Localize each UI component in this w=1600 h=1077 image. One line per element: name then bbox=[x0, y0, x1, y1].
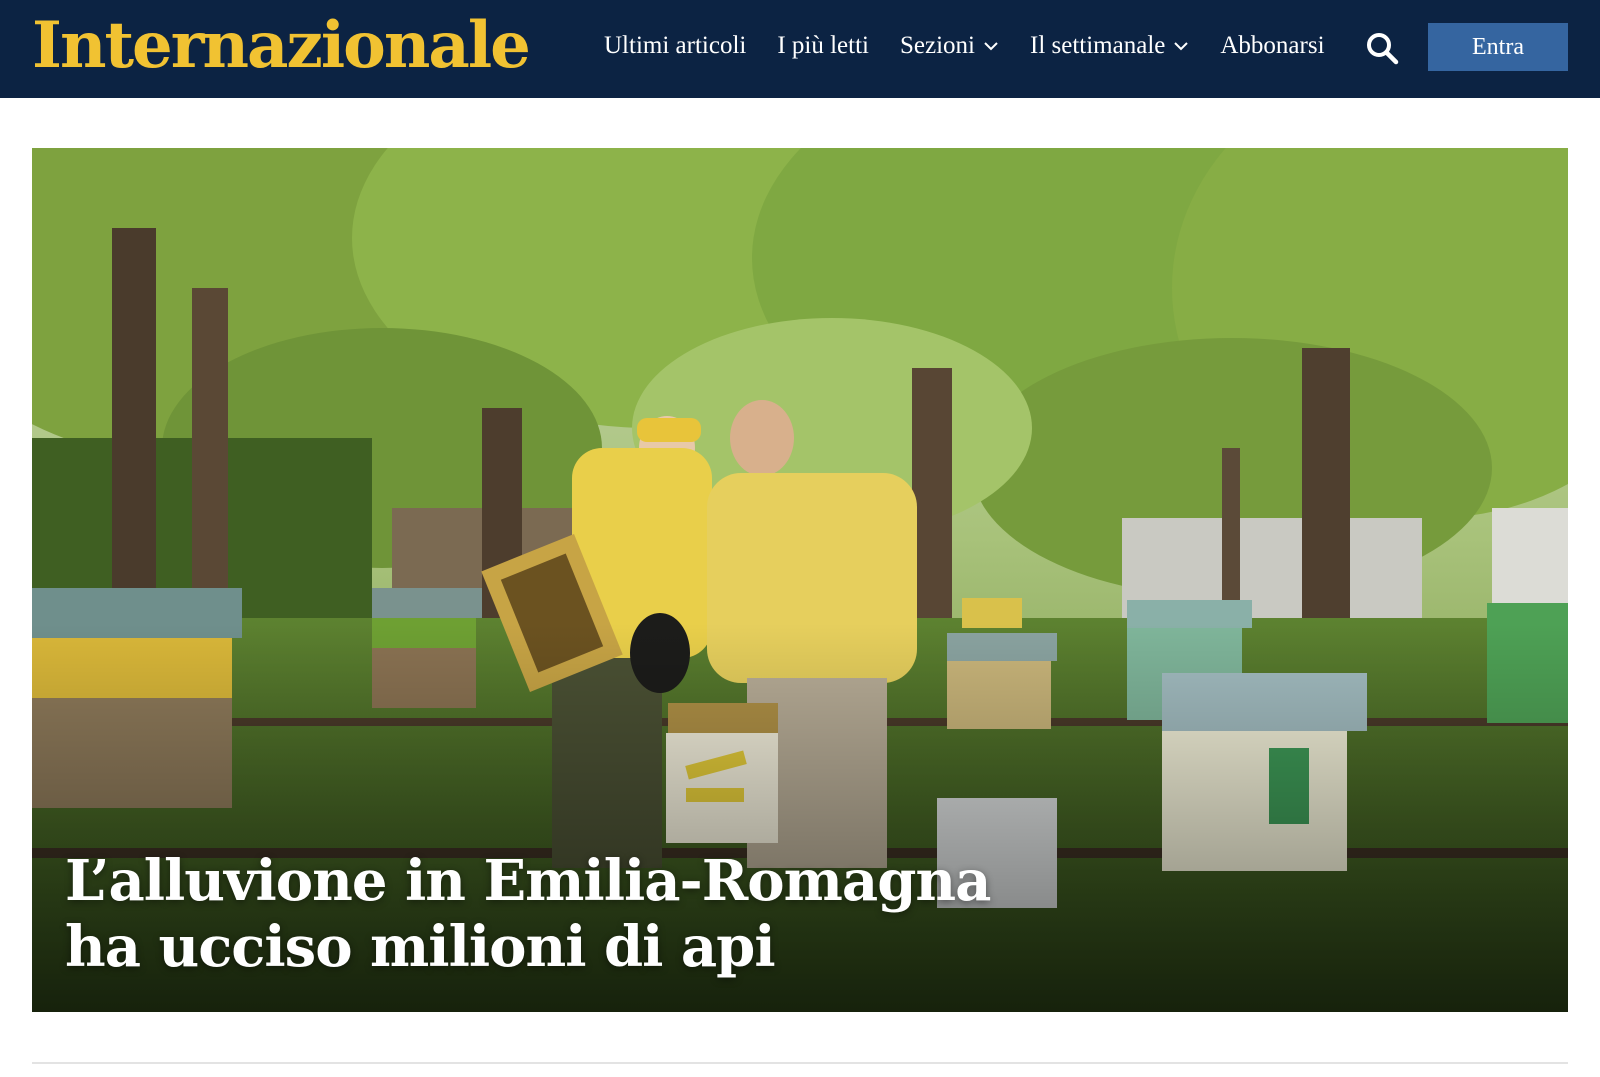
nav-item-label: Abbonarsi bbox=[1220, 32, 1325, 59]
search-icon[interactable] bbox=[1364, 30, 1400, 66]
nav-item-sezioni[interactable]: Sezioni bbox=[900, 32, 999, 60]
nav-item-settimanale[interactable]: Il settimanale bbox=[1030, 32, 1189, 60]
nav-item-label: Il settimanale bbox=[1030, 32, 1166, 59]
chevron-down-icon bbox=[1174, 42, 1189, 51]
hero-headline[interactable]: L’alluvione in Emilia-Romagna ha ucciso … bbox=[65, 848, 1065, 980]
nav-item-label: Ultimi articoli bbox=[604, 32, 747, 59]
site-header: Internazionale Ultimi articoli I più let… bbox=[0, 0, 1600, 98]
headline-line-1: L’alluvione in Emilia-Romagna bbox=[65, 847, 991, 914]
nav-item-abbonarsi[interactable]: Abbonarsi bbox=[1220, 32, 1324, 60]
section-divider bbox=[32, 1062, 1568, 1064]
nav-item-piu-letti[interactable]: I più letti bbox=[777, 32, 869, 60]
main-nav: Ultimi articoli I più letti Sezioni Il s… bbox=[604, 0, 1356, 92]
headline-line-2: ha ucciso milioni di api bbox=[65, 913, 776, 980]
nav-item-label: I più letti bbox=[777, 32, 869, 59]
nav-item-ultimi-articoli[interactable]: Ultimi articoli bbox=[604, 32, 746, 60]
hero-article-card[interactable]: L’alluvione in Emilia-Romagna ha ucciso … bbox=[32, 148, 1568, 1012]
login-button[interactable]: Entra bbox=[1428, 23, 1568, 71]
site-logo[interactable]: Internazionale bbox=[32, 6, 531, 86]
chevron-down-icon bbox=[984, 42, 998, 51]
nav-item-label: Sezioni bbox=[900, 32, 975, 59]
